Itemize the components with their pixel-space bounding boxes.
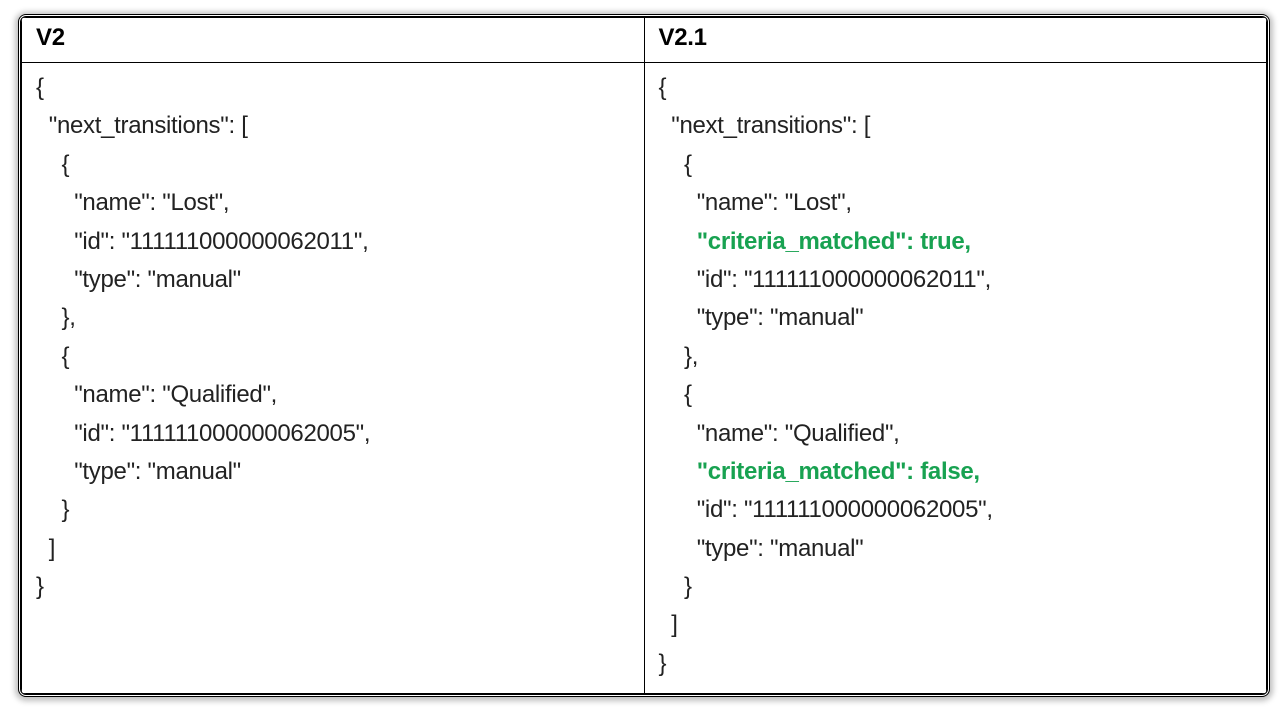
- code-cell-v2: { "next_transitions": [ { "name": "Lost"…: [22, 63, 645, 694]
- code-line: "next_transitions": [: [36, 112, 248, 139]
- code-line: "name": "Qualified",: [659, 420, 900, 447]
- comparison-table-frame: V2 V2.1 { "next_transitions": [ { "name"…: [18, 14, 1270, 697]
- code-block-v2: { "next_transitions": [ { "name": "Lost"…: [36, 69, 632, 606]
- code-line: "name": "Lost",: [659, 189, 852, 216]
- code-line: }: [659, 650, 667, 677]
- highlighted-line: "criteria_matched": false,: [697, 458, 980, 485]
- code-line: },: [659, 343, 699, 370]
- code-line: "id": "111111000000062011",: [36, 228, 368, 255]
- code-line: {: [36, 151, 69, 178]
- column-header-v2: V2: [22, 18, 645, 63]
- code-line: {: [659, 151, 692, 178]
- code-block-v2-1: { "next_transitions": [ { "name": "Lost"…: [659, 69, 1255, 683]
- code-line: "id": "111111000000062011",: [659, 266, 991, 293]
- code-line: {: [659, 74, 667, 101]
- code-indent: [659, 458, 697, 485]
- code-line: "next_transitions": [: [659, 112, 871, 139]
- code-line: },: [36, 304, 76, 331]
- code-line: "name": "Qualified",: [36, 381, 277, 408]
- code-line: "id": "111111000000062005",: [36, 420, 370, 447]
- code-line: {: [36, 74, 44, 101]
- comparison-table: V2 V2.1 { "next_transitions": [ { "name"…: [21, 17, 1267, 694]
- code-line: }: [36, 496, 69, 523]
- column-header-v2-1: V2.1: [644, 18, 1267, 63]
- code-cell-v2-1: { "next_transitions": [ { "name": "Lost"…: [644, 63, 1267, 694]
- code-line: "type": "manual": [659, 535, 864, 562]
- code-line: {: [659, 381, 692, 408]
- code-line: {: [36, 343, 69, 370]
- code-line: }: [659, 573, 692, 600]
- code-line: "name": "Lost",: [36, 189, 229, 216]
- code-line: ]: [659, 611, 678, 638]
- code-indent: [659, 228, 697, 255]
- code-line: }: [36, 573, 44, 600]
- code-line: "type": "manual": [659, 304, 864, 331]
- highlighted-line: "criteria_matched": true,: [697, 228, 971, 255]
- code-line: ]: [36, 535, 55, 562]
- code-line: "id": "111111000000062005",: [659, 496, 993, 523]
- code-line: "type": "manual": [36, 266, 241, 293]
- code-line: "type": "manual": [36, 458, 241, 485]
